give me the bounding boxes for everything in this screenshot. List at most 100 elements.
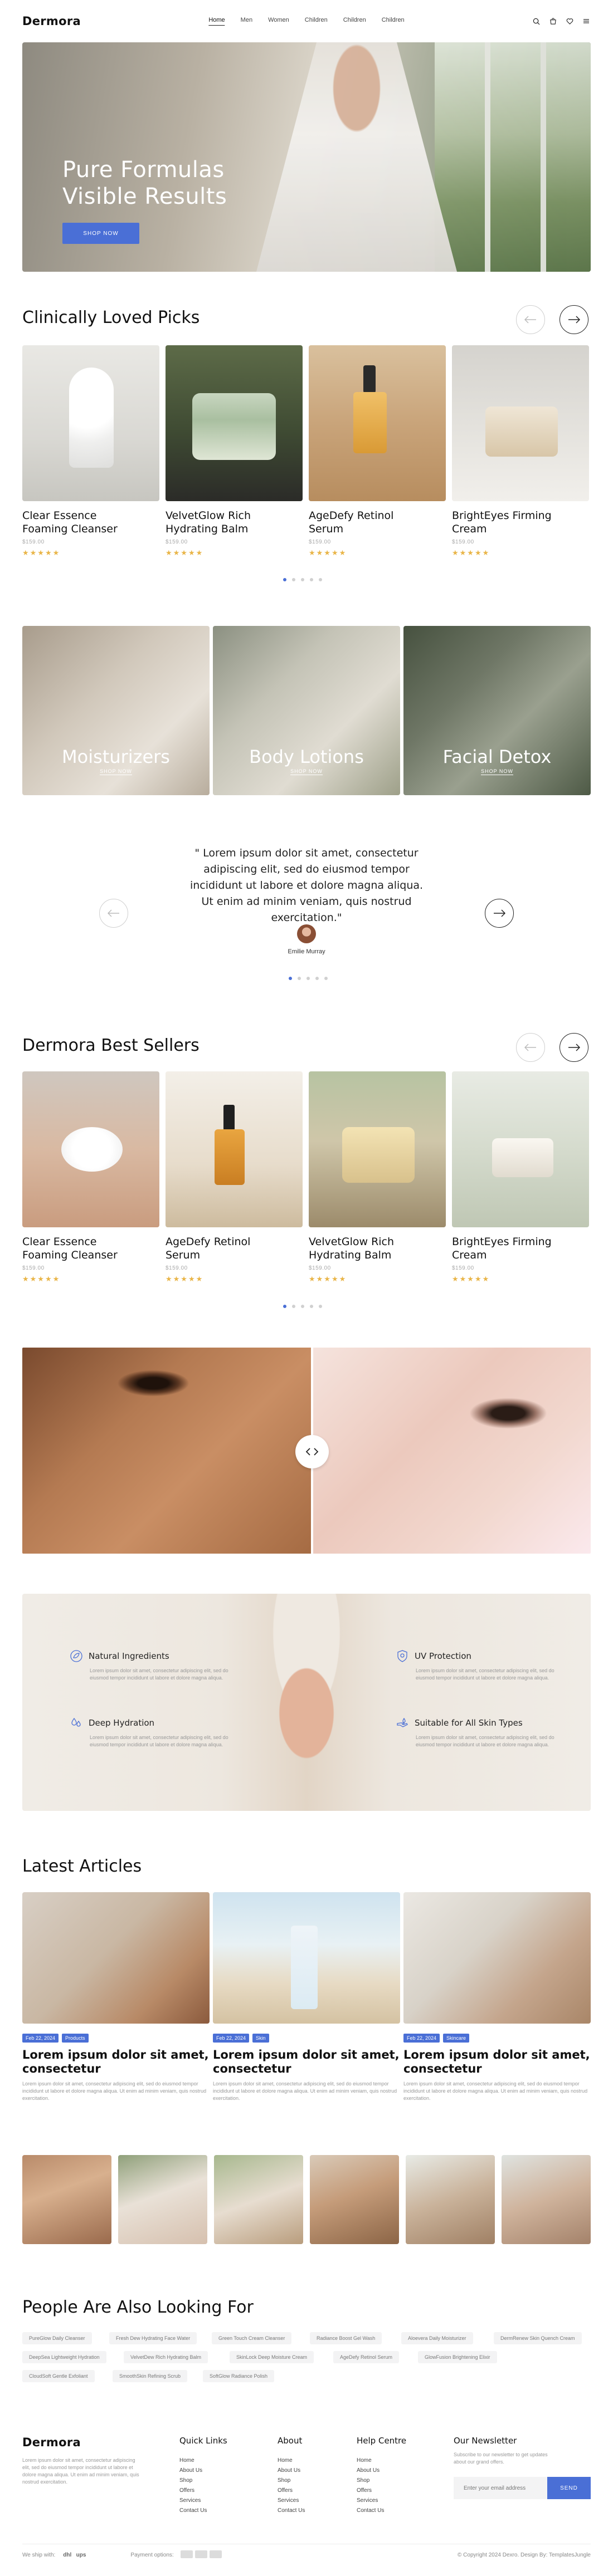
instagram-image[interactable]	[22, 2155, 111, 2244]
nav-men[interactable]: Men	[241, 17, 252, 26]
carousel-dot[interactable]	[319, 1305, 322, 1308]
nav-women[interactable]: Women	[268, 17, 289, 26]
carousel-dot[interactable]	[310, 1305, 313, 1308]
product-card[interactable]: BrightEyes Firming Cream $159.00 ★★★★★	[452, 345, 589, 557]
product-name[interactable]: VelvetGlow Rich Hydrating Balm	[309, 1235, 446, 1262]
footer-link[interactable]: Offers	[278, 2486, 305, 2496]
footer-link[interactable]: Home	[179, 2456, 227, 2466]
carousel-dot[interactable]	[301, 578, 304, 581]
product-name[interactable]: BrightEyes Firming Cream	[452, 1235, 589, 1262]
newsletter-send-button[interactable]: SEND	[547, 2477, 591, 2499]
product-image-brighteyes[interactable]	[452, 1071, 589, 1227]
product-name[interactable]: Clear Essence Foaming Cleanser	[22, 509, 159, 536]
instagram-image[interactable]	[310, 2155, 399, 2244]
article-category-badge[interactable]: Skin	[252, 2034, 269, 2043]
carousel-dot[interactable]	[315, 977, 319, 980]
product-card[interactable]: Clear Essence Foaming Cleanser $159.00 ★★…	[22, 1071, 159, 1284]
instagram-image[interactable]	[406, 2155, 495, 2244]
article-card[interactable]: Feb 22, 2024 Skin Lorem ipsum dolor sit …	[213, 1892, 400, 2102]
product-name[interactable]: AgeDefy Retinol Serum	[166, 1235, 303, 1262]
nav-children-3[interactable]: Children	[382, 17, 405, 26]
instagram-image[interactable]	[118, 2155, 207, 2244]
menu-icon[interactable]	[582, 17, 591, 26]
search-chip[interactable]: SmoothSkin Refining Scrub	[113, 2370, 188, 2382]
testimonial-next-button[interactable]	[485, 899, 514, 928]
footer-link[interactable]: Offers	[179, 2486, 227, 2496]
search-chip[interactable]: Radiance Boost Gel Wash	[310, 2332, 382, 2344]
category-moisturizers[interactable]: Moisturizers SHOP NOW	[22, 626, 210, 795]
clinical-next-button[interactable]	[560, 305, 588, 334]
carousel-dot[interactable]	[301, 1305, 304, 1308]
carousel-dot[interactable]	[283, 1305, 286, 1308]
article-category-badge[interactable]: Skincare	[443, 2034, 470, 2043]
carousel-dot[interactable]	[283, 578, 286, 581]
footer-link[interactable]: About Us	[278, 2466, 305, 2476]
search-chip[interactable]: Green Touch Cream Cleanser	[212, 2332, 292, 2344]
carousel-dot[interactable]	[292, 578, 295, 581]
comparison-slider-handle[interactable]	[295, 1435, 329, 1468]
clinical-prev-button[interactable]	[516, 305, 545, 334]
article-title[interactable]: Lorem ipsum dolor sit amet, consectetur	[22, 2048, 210, 2076]
category-facial-detox[interactable]: Facial Detox SHOP NOW	[403, 626, 591, 795]
search-chip[interactable]: DeepSea Lightweight Hydration	[22, 2351, 106, 2363]
product-name[interactable]: Clear Essence Foaming Cleanser	[22, 1235, 159, 1262]
article-image[interactable]	[22, 1892, 210, 2024]
product-image-cleanser[interactable]	[22, 345, 159, 501]
article-image[interactable]	[403, 1892, 591, 2024]
footer-link[interactable]: Contact Us	[357, 2506, 406, 2516]
category-shop-link[interactable]: SHOP NOW	[403, 768, 591, 775]
footer-link[interactable]: Services	[179, 2496, 227, 2506]
product-card[interactable]: AgeDefy Retinol Serum $159.00 ★★★★★	[309, 345, 446, 557]
search-chip[interactable]: AgeDefy Retinol Serum	[333, 2351, 400, 2363]
nav-home[interactable]: Home	[208, 17, 225, 26]
footer-link[interactable]: Services	[278, 2496, 305, 2506]
carousel-dot[interactable]	[324, 977, 328, 980]
search-chip[interactable]: DermRenew Skin Quench Cream	[494, 2332, 582, 2344]
article-image[interactable]	[213, 1892, 400, 2024]
search-chip[interactable]: Fresh Dew Hydrating Face Water	[109, 2332, 197, 2344]
product-name[interactable]: VelvetGlow Rich Hydrating Balm	[166, 509, 303, 536]
search-chip[interactable]: PureGlow Daily Cleanser	[22, 2332, 92, 2344]
product-image-velvetglow[interactable]	[309, 1071, 446, 1227]
footer-link[interactable]: Home	[357, 2456, 406, 2466]
product-card[interactable]: VelvetGlow Rich Hydrating Balm $159.00 ★★…	[309, 1071, 446, 1284]
footer-link[interactable]: Contact Us	[278, 2506, 305, 2516]
product-image-retinol[interactable]	[166, 1071, 303, 1227]
bestsellers-next-button[interactable]	[560, 1033, 588, 1062]
product-name[interactable]: AgeDefy Retinol Serum	[309, 509, 446, 536]
newsletter-email-input[interactable]	[454, 2477, 547, 2499]
article-title[interactable]: Lorem ipsum dolor sit amet, consectetur	[213, 2048, 400, 2076]
article-title[interactable]: Lorem ipsum dolor sit amet, consectetur	[403, 2048, 591, 2076]
search-chip[interactable]: GlowFusion Brightening Elixir	[418, 2351, 497, 2363]
product-card[interactable]: Clear Essence Foaming Cleanser $159.00 ★★…	[22, 345, 159, 557]
search-chip[interactable]: SkinLock Deep Moisture Cream	[230, 2351, 314, 2363]
product-card[interactable]: BrightEyes Firming Cream $159.00 ★★★★★	[452, 1071, 589, 1284]
footer-link[interactable]: Shop	[357, 2476, 406, 2486]
footer-link[interactable]: About Us	[357, 2466, 406, 2476]
cart-icon[interactable]	[548, 17, 557, 26]
footer-link[interactable]: Home	[278, 2456, 305, 2466]
article-card[interactable]: Feb 22, 2024 Skincare Lorem ipsum dolor …	[403, 1892, 591, 2102]
nav-children-2[interactable]: Children	[343, 17, 366, 26]
article-card[interactable]: Feb 22, 2024 Products Lorem ipsum dolor …	[22, 1892, 210, 2102]
product-image-eye-cream[interactable]	[452, 345, 589, 501]
footer-logo[interactable]: Dermora	[22, 2436, 139, 2449]
footer-link[interactable]: Contact Us	[179, 2506, 227, 2516]
product-card[interactable]: AgeDefy Retinol Serum $159.00 ★★★★★	[166, 1071, 303, 1284]
product-image-cleanser-foam[interactable]	[22, 1071, 159, 1227]
carousel-dot[interactable]	[292, 1305, 295, 1308]
search-chip[interactable]: Aloevera Daily Moisturizer	[401, 2332, 473, 2344]
carousel-dot[interactable]	[310, 578, 313, 581]
footer-link[interactable]: Services	[357, 2496, 406, 2506]
testimonial-prev-button[interactable]	[99, 899, 128, 928]
brand-logo[interactable]: Dermora	[22, 14, 81, 28]
article-category-badge[interactable]: Products	[62, 2034, 89, 2043]
category-shop-link[interactable]: SHOP NOW	[22, 768, 210, 775]
product-image-serum[interactable]	[309, 345, 446, 501]
search-chip[interactable]: CloudSoft Gentle Exfoliant	[22, 2370, 95, 2382]
product-name[interactable]: BrightEyes Firming Cream	[452, 509, 589, 536]
footer-link[interactable]: Shop	[179, 2476, 227, 2486]
carousel-dot[interactable]	[319, 578, 322, 581]
footer-link[interactable]: About Us	[179, 2466, 227, 2476]
product-image-balm[interactable]	[166, 345, 303, 501]
